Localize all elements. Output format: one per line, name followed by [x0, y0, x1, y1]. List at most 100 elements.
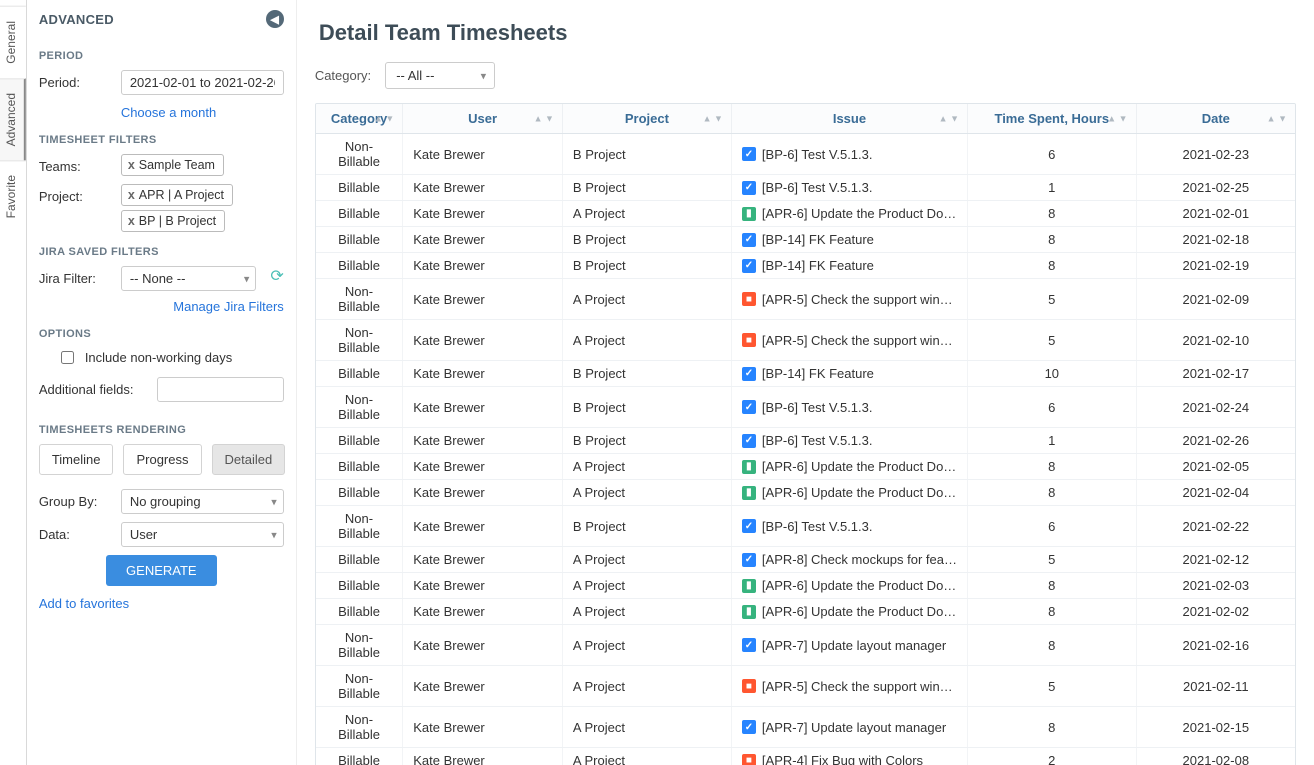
cell: ✓[APR-7] Update layout manager: [731, 625, 967, 666]
cell: ✓[BP-14] FK Feature: [731, 361, 967, 387]
cell: Non-Billable: [316, 707, 403, 748]
issue-type-icon: ✓: [742, 434, 756, 448]
sort-icon[interactable]: ▲ ▼: [1267, 114, 1287, 123]
table-row[interactable]: Non-BillableKate BrewerA Project■[APR-5]…: [316, 279, 1295, 320]
table-row[interactable]: BillableKate BrewerA Project▮[APR-6] Upd…: [316, 573, 1295, 599]
cell: 2021-02-05: [1136, 454, 1295, 480]
collapse-icon[interactable]: ◀: [266, 10, 284, 28]
column-header[interactable]: Date ▲ ▼: [1136, 104, 1295, 134]
groupby-select[interactable]: No grouping: [121, 489, 284, 514]
table-row[interactable]: BillableKate BrewerB Project✓[BP-14] FK …: [316, 361, 1295, 387]
table-row[interactable]: BillableKate BrewerA Project▮[APR-6] Upd…: [316, 480, 1295, 506]
column-header[interactable]: Time Spent, Hours▲ ▼: [968, 104, 1137, 134]
cell: 5: [968, 279, 1137, 320]
table-row[interactable]: BillableKate BrewerA Project✓[APR-8] Che…: [316, 547, 1295, 573]
manage-jira-filters-link[interactable]: Manage Jira Filters: [39, 299, 284, 314]
data-select[interactable]: User: [121, 522, 284, 547]
team-chip[interactable]: xSample Team: [121, 154, 224, 176]
issue-type-icon: ✓: [742, 519, 756, 533]
cell: 8: [968, 599, 1137, 625]
additional-fields-input[interactable]: [157, 377, 284, 402]
choose-month-link[interactable]: Choose a month: [121, 105, 216, 120]
section-rendering-title: TIMESHEETS RENDERING: [39, 424, 284, 436]
cell: ▮[APR-6] Update the Product Do…: [731, 454, 967, 480]
table-row[interactable]: Non-BillableKate BrewerB Project✓[BP-6] …: [316, 134, 1295, 175]
table-row[interactable]: Non-BillableKate BrewerB Project✓[BP-6] …: [316, 387, 1295, 428]
table-row[interactable]: BillableKate BrewerB Project✓[BP-6] Test…: [316, 175, 1295, 201]
table-row[interactable]: BillableKate BrewerB Project✓[BP-14] FK …: [316, 227, 1295, 253]
rail-tab-advanced[interactable]: Advanced: [0, 78, 26, 160]
include-nonworking-checkbox[interactable]: [61, 351, 74, 364]
sort-icon[interactable]: ▲ ▼: [703, 114, 723, 123]
table-row[interactable]: Non-BillableKate BrewerA Project✓[APR-7]…: [316, 707, 1295, 748]
sort-icon[interactable]: ▲ ▼: [374, 114, 394, 123]
render-mode-progress[interactable]: Progress: [123, 444, 201, 475]
table-row[interactable]: BillableKate BrewerA Project▮[APR-6] Upd…: [316, 599, 1295, 625]
sort-icon[interactable]: ▲ ▼: [1107, 114, 1127, 123]
cell: 2021-02-03: [1136, 573, 1295, 599]
table-row[interactable]: BillableKate BrewerA Project■[APR-4] Fix…: [316, 748, 1295, 765]
cell: ✓[APR-8] Check mockups for fea…: [731, 547, 967, 573]
project-chip[interactable]: xBP | B Project: [121, 210, 225, 232]
jira-filter-select[interactable]: -- None --: [121, 266, 257, 291]
rail-tab-general[interactable]: General: [0, 6, 26, 78]
table-row[interactable]: BillableKate BrewerB Project✓[BP-14] FK …: [316, 253, 1295, 279]
issue-type-icon: ■: [742, 754, 756, 765]
render-mode-timeline[interactable]: Timeline: [39, 444, 114, 475]
period-label: Period:: [39, 70, 113, 90]
issue-text: [BP-6] Test V.5.1.3.: [762, 519, 873, 534]
cell: Kate Brewer: [403, 320, 563, 361]
table-row[interactable]: BillableKate BrewerA Project▮[APR-6] Upd…: [316, 201, 1295, 227]
cell: Billable: [316, 599, 403, 625]
chip-remove-icon[interactable]: x: [128, 158, 135, 172]
sort-icon[interactable]: ▲ ▼: [939, 114, 959, 123]
cell: A Project: [562, 573, 731, 599]
sort-icon[interactable]: ▲ ▼: [534, 114, 554, 123]
cell: Non-Billable: [316, 506, 403, 547]
table-row[interactable]: BillableKate BrewerA Project▮[APR-6] Upd…: [316, 454, 1295, 480]
table-row[interactable]: BillableKate BrewerB Project✓[BP-6] Test…: [316, 428, 1295, 454]
cell: ✓[BP-6] Test V.5.1.3.: [731, 387, 967, 428]
rail-tab-favorite[interactable]: Favorite: [0, 160, 26, 232]
render-mode-detailed[interactable]: Detailed: [212, 444, 286, 475]
cell: 5: [968, 666, 1137, 707]
cell: 2021-02-02: [1136, 599, 1295, 625]
column-header[interactable]: Project▲ ▼: [562, 104, 731, 134]
cell: A Project: [562, 320, 731, 361]
cell: 2021-02-09: [1136, 279, 1295, 320]
category-filter-select[interactable]: -- All --: [385, 62, 495, 89]
generate-button[interactable]: GENERATE: [106, 555, 217, 586]
issue-text: [APR-6] Update the Product Do…: [762, 604, 956, 619]
cell: 8: [968, 625, 1137, 666]
table-row[interactable]: Non-BillableKate BrewerA Project■[APR-5]…: [316, 666, 1295, 707]
cell: Kate Brewer: [403, 201, 563, 227]
column-header[interactable]: Category▲ ▼: [316, 104, 403, 134]
cell: ▮[APR-6] Update the Product Do…: [731, 480, 967, 506]
add-favorites-link[interactable]: Add to favorites: [39, 596, 129, 611]
cell: Kate Brewer: [403, 547, 563, 573]
issue-type-icon: ■: [742, 333, 756, 347]
issue-type-icon: ■: [742, 679, 756, 693]
chip-remove-icon[interactable]: x: [128, 188, 135, 202]
project-chip[interactable]: xAPR | A Project: [121, 184, 233, 206]
table-row[interactable]: Non-BillableKate BrewerB Project✓[BP-6] …: [316, 506, 1295, 547]
cell: ✓[APR-7] Update layout manager: [731, 707, 967, 748]
cell: Billable: [316, 253, 403, 279]
cell: 8: [968, 573, 1137, 599]
column-header[interactable]: User▲ ▼: [403, 104, 563, 134]
table-row[interactable]: Non-BillableKate BrewerA Project■[APR-5]…: [316, 320, 1295, 361]
period-input[interactable]: [121, 70, 284, 95]
cell: Billable: [316, 454, 403, 480]
groupby-label: Group By:: [39, 489, 113, 509]
cell: Kate Brewer: [403, 134, 563, 175]
issue-type-icon: ✓: [742, 181, 756, 195]
column-header-label: Date: [1202, 111, 1230, 126]
sidebar-collapse-toggle[interactable]: ADVANCED ◀: [39, 0, 284, 36]
cell: A Project: [562, 454, 731, 480]
cell: 6: [968, 387, 1137, 428]
chip-remove-icon[interactable]: x: [128, 214, 135, 228]
cell: A Project: [562, 599, 731, 625]
refresh-icon[interactable]: ⟳: [270, 266, 283, 286]
column-header[interactable]: Issue▲ ▼: [731, 104, 967, 134]
table-row[interactable]: Non-BillableKate BrewerA Project✓[APR-7]…: [316, 625, 1295, 666]
